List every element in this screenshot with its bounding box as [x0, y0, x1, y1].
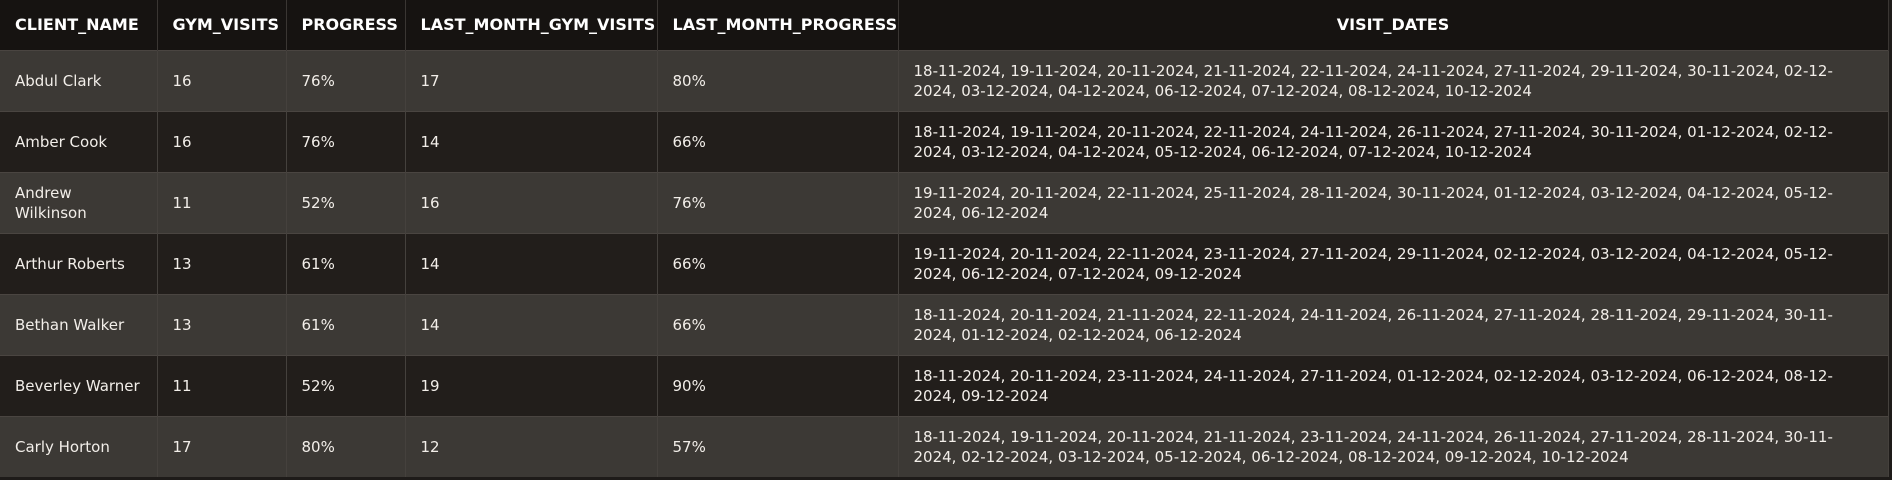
- table-row: Bethan Walker 13 61% 14 66% 18-11-2024, …: [0, 293, 1889, 355]
- cell-client-name: Abdul Clark: [0, 49, 158, 111]
- cell-client-name: Andrew Wilkinson: [0, 171, 158, 233]
- cell-visit-dates: 18-11-2024, 19-11-2024, 20-11-2024, 21-1…: [898, 415, 1889, 477]
- cell-last-month-gym-visits: 19: [405, 354, 658, 416]
- cell-visit-dates: 18-11-2024, 19-11-2024, 20-11-2024, 22-1…: [898, 110, 1889, 172]
- cell-last-month-gym-visits: 14: [405, 232, 658, 294]
- table-row: Beverley Warner 11 52% 19 90% 18-11-2024…: [0, 354, 1889, 416]
- cell-last-month-gym-visits: 14: [405, 110, 658, 172]
- column-header-client-name[interactable]: CLIENT_NAME: [0, 0, 158, 50]
- column-header-progress[interactable]: PROGRESS: [286, 0, 406, 50]
- cell-last-month-gym-visits: 16: [405, 171, 658, 233]
- cell-gym-visits: 11: [157, 171, 287, 233]
- cell-last-month-progress: 57%: [657, 415, 899, 477]
- cell-gym-visits: 11: [157, 354, 287, 416]
- column-header-gym-visits[interactable]: GYM_VISITS: [157, 0, 287, 50]
- cell-last-month-progress: 80%: [657, 49, 899, 111]
- cell-gym-visits: 13: [157, 232, 287, 294]
- table-row: Carly Horton 17 80% 12 57% 18-11-2024, 1…: [0, 415, 1889, 477]
- cell-gym-visits: 16: [157, 110, 287, 172]
- cell-visit-dates: 19-11-2024, 20-11-2024, 22-11-2024, 25-1…: [898, 171, 1889, 233]
- table-header: CLIENT_NAME GYM_VISITS PROGRESS LAST_MON…: [0, 0, 1889, 50]
- cell-gym-visits: 13: [157, 293, 287, 355]
- cell-progress: 61%: [286, 232, 406, 294]
- cell-progress: 76%: [286, 110, 406, 172]
- cell-client-name: Amber Cook: [0, 110, 158, 172]
- cell-last-month-progress: 66%: [657, 293, 899, 355]
- table-row: Amber Cook 16 76% 14 66% 18-11-2024, 19-…: [0, 110, 1889, 172]
- cell-client-name: Bethan Walker: [0, 293, 158, 355]
- cell-last-month-gym-visits: 14: [405, 293, 658, 355]
- table-row: Abdul Clark 16 76% 17 80% 18-11-2024, 19…: [0, 49, 1889, 111]
- table-row: Andrew Wilkinson 11 52% 16 76% 19-11-202…: [0, 171, 1889, 233]
- cell-visit-dates: 19-11-2024, 20-11-2024, 22-11-2024, 23-1…: [898, 232, 1889, 294]
- cell-progress: 52%: [286, 354, 406, 416]
- table-row: Arthur Roberts 13 61% 14 66% 19-11-2024,…: [0, 232, 1889, 294]
- cell-client-name: Beverley Warner: [0, 354, 158, 416]
- cell-visit-dates: 18-11-2024, 20-11-2024, 21-11-2024, 22-1…: [898, 293, 1889, 355]
- table-body: Abdul Clark 16 76% 17 80% 18-11-2024, 19…: [0, 49, 1889, 477]
- cell-last-month-gym-visits: 12: [405, 415, 658, 477]
- results-table: CLIENT_NAME GYM_VISITS PROGRESS LAST_MON…: [0, 0, 1889, 477]
- cell-visit-dates: 18-11-2024, 19-11-2024, 20-11-2024, 21-1…: [898, 49, 1889, 111]
- header-row: CLIENT_NAME GYM_VISITS PROGRESS LAST_MON…: [0, 0, 1889, 50]
- column-header-last-month-gym-visits[interactable]: LAST_MONTH_GYM_VISITS: [405, 0, 658, 50]
- cell-last-month-gym-visits: 17: [405, 49, 658, 111]
- cell-progress: 52%: [286, 171, 406, 233]
- cell-last-month-progress: 66%: [657, 110, 899, 172]
- cell-gym-visits: 16: [157, 49, 287, 111]
- cell-gym-visits: 17: [157, 415, 287, 477]
- column-header-visit-dates[interactable]: VISIT_DATES: [898, 0, 1889, 50]
- cell-progress: 80%: [286, 415, 406, 477]
- cell-last-month-progress: 90%: [657, 354, 899, 416]
- cell-last-month-progress: 76%: [657, 171, 899, 233]
- column-header-last-month-progress[interactable]: LAST_MONTH_PROGRESS: [657, 0, 899, 50]
- cell-last-month-progress: 66%: [657, 232, 899, 294]
- cell-client-name: Arthur Roberts: [0, 232, 158, 294]
- cell-client-name: Carly Horton: [0, 415, 158, 477]
- cell-visit-dates: 18-11-2024, 20-11-2024, 23-11-2024, 24-1…: [898, 354, 1889, 416]
- cell-progress: 61%: [286, 293, 406, 355]
- cell-progress: 76%: [286, 49, 406, 111]
